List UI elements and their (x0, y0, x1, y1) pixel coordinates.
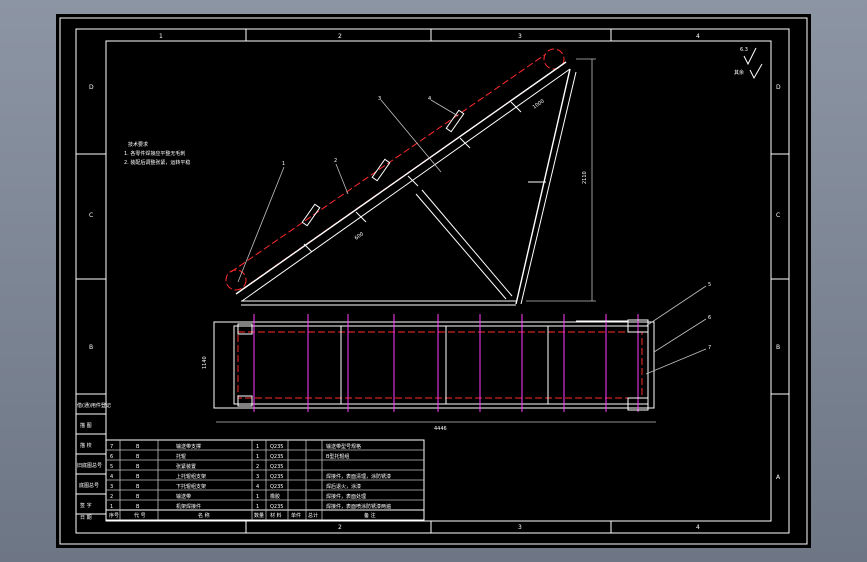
bom-cell-seq: 3 (110, 484, 113, 490)
bom-cell-seq: 4 (110, 474, 113, 480)
outer-border (59, 17, 808, 545)
bom-cell-material: 橡胶 (270, 493, 280, 500)
balloon-1: 1 (282, 161, 285, 167)
dim-depth: 1140 (202, 356, 208, 369)
bom-cell-code: B (136, 454, 140, 460)
dim-slope-2: 600 (354, 231, 365, 241)
bom-cell-remark: B型托辊组 (326, 453, 349, 460)
zone-top-1: 1 (159, 33, 163, 40)
zone-top-2: 2 (338, 33, 342, 40)
bom-cell-seq: 2 (110, 494, 113, 500)
svg-text:描 图: 描 图 (80, 422, 92, 429)
svg-text:数量: 数量 (254, 512, 264, 519)
svg-text:技术要求: 技术要求 (128, 141, 148, 148)
bom-cell-name: 上托辊组支架 (176, 473, 206, 480)
drawing-area-border (105, 40, 772, 522)
svg-text:底图总号: 底图总号 (79, 482, 99, 489)
balloon-3: 3 (378, 96, 381, 102)
bom-cell-material: Q235 (270, 474, 283, 480)
svg-text:总计: 总计 (308, 512, 318, 519)
bom-cell-remark: 焊接件，表面处理 (326, 493, 366, 500)
bom-cell-material: Q235 (270, 444, 283, 450)
bom-cell-code: B (136, 444, 140, 450)
technical-notes: 技术要求 1. 各零件焊接应平整无毛刺 2. 装配后调整张紧，运转平稳 (124, 141, 190, 166)
bom-cell-name: 托辊 (176, 453, 186, 460)
svg-text:6.3: 6.3 (740, 47, 748, 53)
bom-cell-name: 张紧装置 (176, 463, 196, 470)
bom-cell-material: Q235 (270, 484, 283, 490)
bom-cell-material: Q235 (270, 464, 283, 470)
svg-text:代 号: 代 号 (134, 512, 146, 519)
bom-cell-qty: 4 (256, 484, 259, 490)
svg-text:1. 各零件焊接应平整无毛刺: 1. 各零件焊接应平整无毛刺 (124, 150, 185, 157)
bom-cell-code: B (136, 494, 140, 500)
balloon-4: 4 (428, 96, 431, 102)
svg-text:2. 装配后调整张紧，运转平稳: 2. 装配后调整张紧，运转平稳 (124, 159, 190, 166)
bom-cell-qty: 1 (256, 494, 259, 500)
cad-drawing: 1 2 3 4 2 3 4 D C B D C B A 6.3 其余 技术要求 … (59, 17, 808, 545)
zone-top-4: 4 (696, 33, 700, 40)
bom-cell-seq: 5 (110, 464, 113, 470)
dim-slope-1: 1000 (532, 98, 546, 110)
svg-text:名 称: 名 称 (198, 512, 210, 519)
bom-cell-seq: 6 (110, 454, 113, 460)
zone-right-c: C (776, 212, 780, 219)
bom-cell-name: 输送带 (176, 493, 191, 500)
bom-cell-code: B (136, 504, 140, 510)
svg-text:材 料: 材 料 (270, 512, 282, 519)
zone-bottom-3: 3 (518, 524, 522, 531)
bom-cell-name: 输送带支撑 (176, 443, 201, 450)
zone-bottom-4: 4 (696, 524, 700, 531)
side-view: 2110 1000 600 1 2 3 4 (225, 48, 596, 306)
bom-cell-qty: 1 (256, 454, 259, 460)
zone-right-b: B (776, 344, 780, 351)
zone-left-d: D (89, 84, 94, 91)
svg-text:备 注: 备 注 (364, 512, 376, 519)
svg-text:其余: 其余 (734, 69, 744, 76)
zone-bottom-2: 2 (338, 524, 342, 531)
bom-cell-qty: 3 (256, 474, 259, 480)
zone-left-c: C (89, 212, 93, 219)
bom-cell-name: 下托辊组支架 (176, 483, 206, 490)
zone-right-a: A (776, 474, 781, 481)
bom-cell-code: B (136, 474, 140, 480)
svg-text:序号: 序号 (109, 512, 119, 519)
zone-left-b: B (89, 344, 93, 351)
svg-text:单件: 单件 (291, 512, 301, 519)
svg-text:旧底图总号: 旧底图总号 (77, 462, 102, 469)
balloon-2: 2 (334, 158, 337, 164)
dim-height: 2110 (582, 171, 588, 184)
bom-cell-seq: 1 (110, 504, 113, 510)
zone-top-3: 3 (518, 33, 522, 40)
dim-width: 4446 (434, 426, 447, 432)
balloon-6: 6 (708, 315, 711, 321)
bom-cell-code: B (136, 464, 140, 470)
svg-text:签 字: 签 字 (80, 502, 92, 509)
drawing-sheet: 1 2 3 4 2 3 4 D C B D C B A 6.3 其余 技术要求 … (56, 14, 811, 548)
bom-cell-remark: 焊后退火，涂漆 (326, 483, 361, 490)
parts-list-header: 序号 代 号 名 称 数量 材 料 单件 总计 备 注 (109, 512, 376, 519)
bom-cell-name: 机架焊接件 (176, 503, 201, 510)
bom-cell-remark: 输送带型号规格 (326, 443, 361, 450)
bom-cell-code: B (136, 484, 140, 490)
svg-text:描 校: 描 校 (80, 442, 92, 449)
balloon-5: 5 (708, 282, 711, 288)
roughness-symbol: 6.3 其余 (734, 47, 763, 80)
bom-cell-qty: 1 (256, 504, 259, 510)
balloon-7: 7 (708, 345, 711, 351)
bom-cell-qty: 1 (256, 444, 259, 450)
bom-cell-qty: 2 (256, 464, 259, 470)
svg-text:日 期: 日 期 (80, 515, 92, 521)
svg-text:借(通)用件登记: 借(通)用件登记 (77, 402, 111, 409)
bom-cell-material: Q235 (270, 504, 283, 510)
bom-cell-material: Q235 (270, 454, 283, 460)
bom-cell-seq: 7 (110, 444, 113, 450)
zone-right-d: D (776, 84, 781, 91)
bom-cell-remark: 焊接件，表面喷涂防锈漆两遍 (326, 503, 391, 510)
bom-cell-remark: 焊接件，表面清理，涂防锈漆 (326, 473, 391, 480)
